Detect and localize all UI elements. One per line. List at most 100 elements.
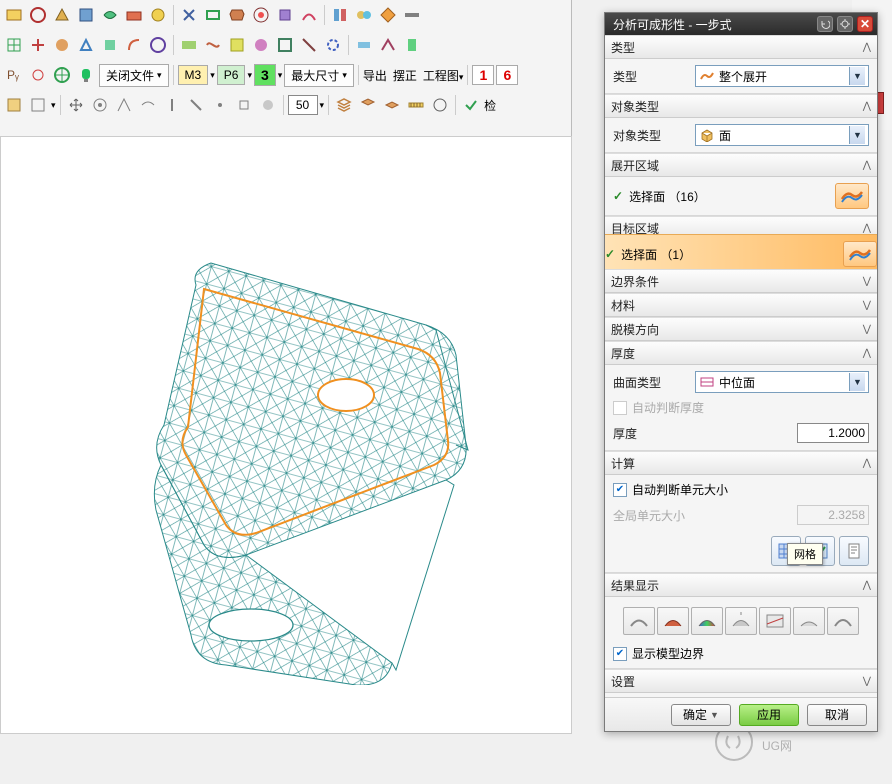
tool-icon[interactable]	[89, 94, 111, 116]
undo-icon[interactable]	[817, 16, 833, 32]
section-settings[interactable]: 设置 ⋁	[605, 669, 877, 693]
tool-icon[interactable]	[250, 34, 272, 56]
result-flat-icon[interactable]	[793, 607, 825, 635]
tool-icon[interactable]	[51, 4, 73, 26]
section-calc[interactable]: 计算 ⋀	[605, 451, 877, 475]
tool-icon[interactable]	[233, 94, 255, 116]
tool-icon[interactable]	[209, 94, 231, 116]
tool-icon[interactable]	[161, 94, 183, 116]
close-icon[interactable]: ✕	[857, 16, 873, 32]
tool-icon[interactable]	[75, 4, 97, 26]
section-material[interactable]: 材料 ⋁	[605, 293, 877, 317]
tool-icon[interactable]	[123, 34, 145, 56]
tool-icon[interactable]	[3, 4, 25, 26]
show-boundary-checkbox-row[interactable]: ✔ 显示模型边界	[613, 645, 869, 662]
tool-icon[interactable]	[147, 34, 169, 56]
section-thickness[interactable]: 厚度 ⋀	[605, 341, 877, 365]
tool-icon[interactable]	[274, 4, 296, 26]
tool-icon[interactable]	[137, 94, 159, 116]
pick-face-button[interactable]	[835, 183, 869, 209]
tool-icon[interactable]	[51, 64, 73, 86]
tool-icon[interactable]	[99, 4, 121, 26]
tool-icon[interactable]	[329, 4, 351, 26]
surface-type-select[interactable]: 中位面 ▼	[695, 371, 869, 393]
type-select[interactable]: 整个展开 ▼	[695, 65, 869, 87]
tool-icon[interactable]	[322, 34, 344, 56]
indicator-1[interactable]: 1	[472, 65, 494, 85]
tool-icon[interactable]	[99, 34, 121, 56]
select-face-1-row[interactable]: ✓ 选择面 （1）	[605, 234, 877, 274]
tool-icon[interactable]	[178, 34, 200, 56]
tool-icon[interactable]	[3, 94, 25, 116]
tool-icon[interactable]	[381, 94, 403, 116]
viewport-3d[interactable]	[0, 136, 572, 734]
section-boundary[interactable]: 边界条件 ⋁	[605, 269, 877, 293]
export-button[interactable]: 导出	[363, 67, 387, 84]
three-button[interactable]: 3	[254, 64, 276, 86]
result-curve-icon[interactable]	[827, 607, 859, 635]
tool-icon[interactable]	[353, 4, 375, 26]
checkbox-checked[interactable]: ✔	[613, 647, 627, 661]
tool-icon[interactable]	[147, 4, 169, 26]
select-face-16-row[interactable]: ✓ 选择面 （16）	[613, 183, 869, 209]
section-draft[interactable]: 脱模方向 ⋁	[605, 317, 877, 341]
result-spring-icon[interactable]	[725, 607, 757, 635]
report-button[interactable]	[839, 536, 869, 566]
tool-icon[interactable]	[377, 4, 399, 26]
tool-icon[interactable]	[357, 94, 379, 116]
layer-icon[interactable]	[333, 94, 355, 116]
tool-icon[interactable]	[298, 4, 320, 26]
light-icon[interactable]	[75, 64, 97, 86]
close-file-button[interactable]: 关闭文件▾	[99, 64, 169, 87]
tool-icon[interactable]	[353, 34, 375, 56]
object-type-select[interactable]: 面 ▼	[695, 124, 869, 146]
result-stress-icon[interactable]	[657, 607, 689, 635]
tool-icon[interactable]	[185, 94, 207, 116]
max-size-button[interactable]: 最大尺寸▾	[284, 64, 354, 87]
tool-icon[interactable]	[298, 34, 320, 56]
tool-icon[interactable]	[377, 34, 399, 56]
section-unfold-region[interactable]: 展开区域 ⋀	[605, 153, 877, 177]
section-results[interactable]: 结果显示 ⋀	[605, 573, 877, 597]
ok-button[interactable]: 确定▼	[671, 704, 731, 726]
place-button[interactable]: 摆正	[393, 67, 417, 84]
pick-face-button[interactable]	[843, 241, 877, 267]
tool-icon[interactable]	[123, 4, 145, 26]
number-field-50[interactable]	[288, 95, 318, 115]
checkbox-unchecked[interactable]	[613, 401, 627, 415]
checkbox-checked[interactable]: ✔	[613, 483, 627, 497]
tool-icon[interactable]	[257, 94, 279, 116]
tool-icon[interactable]	[113, 94, 135, 116]
tool-icon[interactable]	[51, 34, 73, 56]
section-type[interactable]: 类型 ⋀	[605, 35, 877, 59]
result-strain-icon[interactable]	[691, 607, 723, 635]
tool-icon[interactable]	[202, 34, 224, 56]
tool-icon[interactable]	[202, 4, 224, 26]
tool-icon[interactable]	[27, 34, 49, 56]
tool-icon[interactable]	[250, 4, 272, 26]
tool-icon[interactable]	[27, 94, 49, 116]
tool-icon[interactable]	[27, 64, 49, 86]
tool-icon[interactable]	[401, 4, 423, 26]
check-icon[interactable]	[460, 94, 482, 116]
tool-icon[interactable]	[429, 94, 451, 116]
move-icon[interactable]	[65, 94, 87, 116]
section-object-type[interactable]: 对象类型 ⋀	[605, 94, 877, 118]
indicator-6[interactable]: 6	[496, 65, 518, 85]
tool-icon[interactable]	[226, 34, 248, 56]
dialog-titlebar[interactable]: 分析可成形性 - 一步式 ✕	[605, 13, 877, 35]
tool-icon[interactable]: Pᵧ	[3, 64, 25, 86]
auto-thickness-checkbox-row[interactable]: 自动判断厚度	[613, 399, 869, 416]
m3-button[interactable]: M3	[178, 65, 209, 85]
tool-icon[interactable]	[75, 34, 97, 56]
apply-button[interactable]: 应用	[739, 704, 799, 726]
p6-button[interactable]: P6	[217, 65, 246, 85]
result-thickness-icon[interactable]	[623, 607, 655, 635]
tool-icon[interactable]	[401, 34, 423, 56]
result-fld-icon[interactable]	[759, 607, 791, 635]
thickness-input[interactable]	[797, 423, 869, 443]
settings-icon[interactable]	[837, 16, 853, 32]
tool-icon[interactable]	[274, 34, 296, 56]
tool-icon[interactable]	[3, 34, 25, 56]
tool-icon[interactable]	[178, 4, 200, 26]
